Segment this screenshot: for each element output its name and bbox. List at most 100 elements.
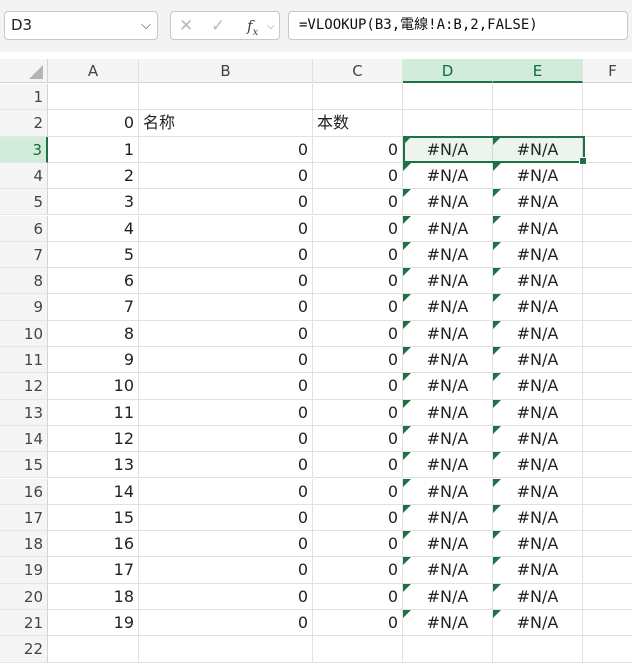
cell-f17[interactable] [583,505,632,532]
cell-f6[interactable] [583,216,632,242]
error-indicator-icon[interactable] [403,347,411,355]
error-indicator-icon[interactable] [403,425,411,434]
cell-c16[interactable]: 0 [313,478,403,505]
cell-e13[interactable]: #N/A [493,399,583,426]
cell-e5[interactable]: #N/A [493,189,583,216]
fx-dropdown-icon[interactable]: ⌵ [267,21,275,32]
cell-c5[interactable]: 0 [313,189,403,216]
row-header[interactable]: 8 [0,268,48,295]
error-indicator-icon[interactable] [403,162,411,171]
cell-c3[interactable]: 0 [313,136,403,163]
cell-c15[interactable]: 0 [313,452,403,479]
cell-b16[interactable]: 0 [139,478,313,505]
error-indicator-icon[interactable] [403,452,411,461]
cell-e12[interactable]: #N/A [493,373,583,400]
cell-c21[interactable]: 0 [313,610,403,637]
error-indicator-icon[interactable] [403,241,411,250]
cell-b2[interactable]: 名称 [139,110,313,137]
cell-d11[interactable]: #N/A [403,347,493,374]
row-header[interactable]: 13 [0,399,48,426]
cell-f13[interactable] [583,400,632,426]
cell-c8[interactable]: 0 [313,268,403,295]
error-indicator-icon[interactable] [493,425,501,434]
cell-e11[interactable]: #N/A [493,347,583,374]
cell-a13[interactable]: 11 [48,399,139,426]
error-indicator-icon[interactable] [493,478,501,487]
cell-c22[interactable] [313,636,403,663]
error-indicator-icon[interactable] [493,189,501,198]
row-header[interactable]: 19 [0,557,48,584]
fx-icon[interactable]: fx [247,17,258,38]
cell-a2[interactable]: 0 [48,110,139,137]
error-indicator-icon[interactable] [403,136,411,145]
cell-f19[interactable] [583,557,632,584]
cell-c11[interactable]: 0 [313,347,403,374]
cell-b14[interactable]: 0 [139,425,313,453]
cell-f2[interactable] [583,110,632,137]
error-indicator-icon[interactable] [403,189,411,198]
row-header[interactable]: 15 [0,452,48,479]
row-header[interactable]: 16 [0,478,48,505]
cell-d4[interactable]: #N/A [403,162,493,190]
cell-c4[interactable]: 0 [313,162,403,190]
cell-d6[interactable]: #N/A [403,215,493,242]
cell-e10[interactable]: #N/A [493,320,583,347]
cell-f4[interactable] [583,163,632,190]
cell-e2[interactable] [493,110,583,137]
cell-e16[interactable]: #N/A [493,478,583,505]
error-indicator-icon[interactable] [403,294,411,303]
cell-e20[interactable]: #N/A [493,583,583,610]
row-header[interactable]: 11 [0,347,48,374]
error-indicator-icon[interactable] [493,399,501,408]
cell-f16[interactable] [583,479,632,505]
cell-a12[interactable]: 10 [48,373,139,400]
row-header[interactable]: 6 [0,215,48,242]
error-indicator-icon[interactable] [493,268,501,277]
error-indicator-icon[interactable] [403,557,411,566]
cell-a8[interactable]: 6 [48,268,139,295]
row-header[interactable]: 4 [0,162,48,190]
error-indicator-icon[interactable] [403,268,411,277]
cell-f9[interactable] [583,294,632,321]
cell-a17[interactable]: 15 [48,504,139,532]
cell-a19[interactable]: 17 [48,557,139,584]
cell-f7[interactable] [583,242,632,269]
cell-d19[interactable]: #N/A [403,557,493,584]
row-header[interactable]: 17 [0,504,48,532]
row-header[interactable]: 10 [0,320,48,347]
cell-d7[interactable]: #N/A [403,241,493,269]
cell-f5[interactable] [583,189,632,216]
cell-a18[interactable]: 16 [48,531,139,558]
cell-b15[interactable]: 0 [139,452,313,479]
cell-d15[interactable]: #N/A [403,452,493,479]
row-header[interactable]: 14 [0,425,48,453]
row-header[interactable]: 2 [0,110,48,137]
cell-b7[interactable]: 0 [139,241,313,269]
row-header[interactable]: 12 [0,373,48,400]
error-indicator-icon[interactable] [493,504,501,513]
error-indicator-icon[interactable] [403,504,411,513]
error-indicator-icon[interactable] [403,215,411,224]
cell-c20[interactable]: 0 [313,583,403,610]
cell-d2[interactable] [403,110,493,137]
cell-a14[interactable]: 12 [48,425,139,453]
cell-d8[interactable]: #N/A [403,268,493,295]
cell-f22[interactable] [583,636,632,663]
cell-f3[interactable] [583,137,632,163]
cell-d12[interactable]: #N/A [403,373,493,400]
cell-f20[interactable] [583,584,632,610]
error-indicator-icon[interactable] [403,478,411,487]
cell-d10[interactable]: #N/A [403,320,493,347]
column-header-b[interactable]: B [139,59,313,83]
cell-d9[interactable]: #N/A [403,294,493,321]
cell-a5[interactable]: 3 [48,189,139,216]
cell-a3[interactable]: 1 [48,136,139,163]
cell-b12[interactable]: 0 [139,373,313,400]
row-header[interactable]: 21 [0,610,48,637]
error-indicator-icon[interactable] [493,162,501,171]
error-indicator-icon[interactable] [493,215,501,224]
cell-a10[interactable]: 8 [48,320,139,347]
cell-d14[interactable]: #N/A [403,425,493,453]
cell-a4[interactable]: 2 [48,162,139,190]
cell-c17[interactable]: 0 [313,504,403,532]
